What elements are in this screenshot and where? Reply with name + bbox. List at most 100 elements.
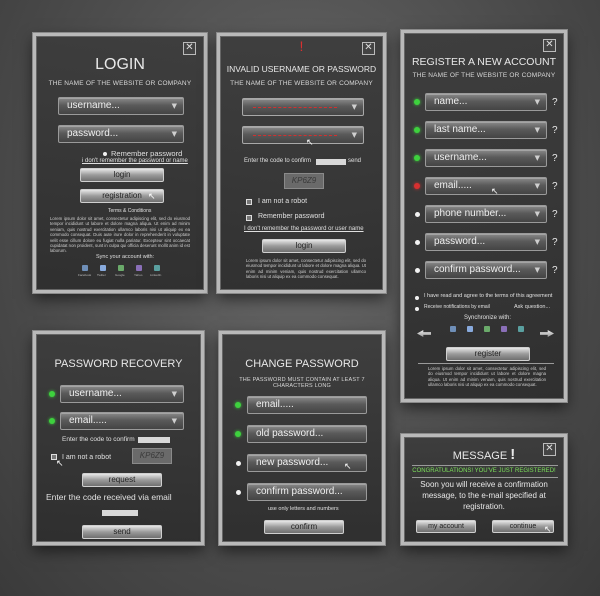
- register-button[interactable]: register: [446, 347, 530, 361]
- login-button[interactable]: login: [80, 168, 164, 182]
- username-input[interactable]: username... ▼: [425, 149, 547, 167]
- sync-label: Sync your account with:: [96, 254, 155, 260]
- facebook-icon[interactable]: [450, 326, 456, 332]
- notify-radio[interactable]: [415, 307, 419, 311]
- yahoo-icon[interactable]: [501, 326, 507, 332]
- status-dot-valid: [49, 418, 55, 424]
- mouse-pointer-icon: ↖: [148, 192, 156, 202]
- chevron-down-icon: ▼: [171, 417, 177, 425]
- email-input[interactable]: email.....: [247, 396, 367, 414]
- google-icon[interactable]: [118, 265, 124, 271]
- email-placeholder: email.....: [256, 399, 294, 410]
- login-title: LOGIN: [95, 56, 145, 73]
- help-icon[interactable]: ?: [552, 125, 558, 136]
- robot-checkbox[interactable]: [246, 199, 252, 205]
- my-account-button[interactable]: my account: [416, 520, 476, 533]
- help-icon[interactable]: ?: [552, 209, 558, 220]
- password-input[interactable]: password... ▼: [425, 233, 547, 251]
- code-input[interactable]: [316, 159, 346, 165]
- status-dot-empty: [415, 268, 420, 273]
- remember-radio[interactable]: [103, 152, 107, 156]
- name-input[interactable]: name... ▼: [425, 93, 547, 111]
- message-title: MESSAGE !: [404, 446, 564, 463]
- twitter-icon[interactable]: [467, 326, 473, 332]
- close-icon[interactable]: ✕: [183, 42, 196, 55]
- google-icon[interactable]: [484, 326, 490, 332]
- phone-input[interactable]: phone number... ▼: [425, 205, 547, 223]
- sync-label: Synchronize with:: [464, 315, 512, 321]
- recovery-title: PASSWORD RECOVERY: [54, 358, 183, 370]
- agree-radio[interactable]: [415, 296, 419, 300]
- social-label-facebook: Facebook: [78, 273, 92, 277]
- username-placeholder: username...: [67, 100, 120, 111]
- message-line-3: registration.: [463, 502, 505, 511]
- arrow-right-icon[interactable]: [540, 330, 554, 337]
- confirm-password-input[interactable]: confirm password...: [247, 483, 367, 501]
- invalid-login-panel: ✕ ! INVALID USERNAME OR PASSWORD THE NAM…: [217, 33, 386, 293]
- error-underline: [253, 107, 337, 108]
- status-dot-valid: [235, 402, 241, 408]
- register-subtitle: THE NAME OF THE WEBSITE OR COMPANY: [412, 72, 556, 79]
- forgot-link[interactable]: I don't remember the password or user na…: [244, 226, 364, 232]
- chevron-down-icon: ▼: [534, 126, 540, 134]
- arrow-left-icon[interactable]: [417, 330, 431, 337]
- help-icon[interactable]: ?: [552, 237, 558, 248]
- help-icon[interactable]: ?: [552, 153, 558, 164]
- username-input[interactable]: username... ▼: [60, 385, 184, 403]
- email-input[interactable]: email..... ▼: [425, 177, 547, 195]
- mouse-pointer-icon: ↖: [344, 462, 352, 472]
- register-body-text: Lorem ipsum dolor sit amet, consectetur …: [428, 366, 546, 388]
- confirm-button[interactable]: confirm: [264, 520, 344, 534]
- forgot-link[interactable]: i don't remember the password or name: [82, 158, 188, 164]
- message-line-1: Soon you will receive a confirmation: [420, 480, 548, 489]
- robot-label: I am not a robot: [258, 198, 308, 205]
- agree-label: I have read and agree to the terms of th…: [424, 293, 553, 299]
- code-input[interactable]: [138, 437, 170, 443]
- chevron-down-icon: ▼: [534, 210, 540, 218]
- send-button[interactable]: send: [82, 525, 162, 539]
- close-icon[interactable]: ✕: [543, 39, 556, 52]
- message-mark: !: [510, 446, 516, 463]
- invalid-mark: !: [299, 38, 304, 54]
- email-input[interactable]: email..... ▼: [60, 412, 184, 430]
- terms-link[interactable]: Terms & Conditions: [108, 208, 151, 214]
- linkedin-icon[interactable]: [154, 265, 160, 271]
- password-recovery-panel: PASSWORD RECOVERY username... ▼ email...…: [33, 331, 204, 545]
- social-label-twitter: Twitter: [97, 273, 106, 277]
- login-button[interactable]: login: [262, 239, 346, 253]
- notify-label: Receive notifications by email: [424, 304, 490, 310]
- chevron-down-icon: ▼: [171, 102, 177, 110]
- ask-link[interactable]: Ask question...: [514, 304, 550, 310]
- confirm-password-input[interactable]: confirm password... ▼: [425, 261, 547, 279]
- change-subtitle: THE PASSWORD MUST CONTAIN AT LEAST 7 CHA…: [239, 377, 365, 389]
- facebook-icon[interactable]: [82, 265, 88, 271]
- mouse-pointer-icon: ↖: [544, 525, 552, 535]
- password-input[interactable]: password... ▼: [58, 125, 184, 143]
- password-input-error[interactable]: ▼: [242, 126, 364, 144]
- remember-checkbox[interactable]: [246, 215, 252, 221]
- social-label-yahoo: Yahoo: [134, 273, 143, 277]
- help-icon[interactable]: ?: [552, 97, 558, 108]
- request-button[interactable]: request: [82, 473, 162, 487]
- status-dot-valid: [414, 127, 420, 133]
- old-password-input[interactable]: old password...: [247, 425, 367, 443]
- yahoo-icon[interactable]: [136, 265, 142, 271]
- error-underline: [253, 135, 337, 136]
- last-name-input[interactable]: last name... ▼: [425, 121, 547, 139]
- help-icon[interactable]: ?: [552, 265, 558, 276]
- message-panel: ✕ MESSAGE ! CONGRATULATIONS! YOU'VE JUST…: [401, 434, 567, 545]
- username-placeholder: username...: [69, 388, 122, 399]
- twitter-icon[interactable]: [100, 265, 106, 271]
- register-title: REGISTER A NEW ACCOUNT: [411, 56, 557, 68]
- code-label: Enter the code to confirm: [62, 436, 135, 443]
- send-link[interactable]: send: [348, 158, 361, 164]
- username-input[interactable]: username... ▼: [58, 97, 184, 115]
- help-icon[interactable]: ?: [552, 181, 558, 192]
- login-body-text: Lorem ipsum dolor sit amet, consectetur …: [50, 216, 190, 254]
- status-dot-empty: [415, 240, 420, 245]
- code-via-email-label: Enter the code received via email: [46, 492, 172, 502]
- username-input-error[interactable]: ▼: [242, 98, 364, 116]
- email-code-input[interactable]: [102, 510, 138, 516]
- username-placeholder: username...: [434, 152, 487, 163]
- linkedin-icon[interactable]: [518, 326, 524, 332]
